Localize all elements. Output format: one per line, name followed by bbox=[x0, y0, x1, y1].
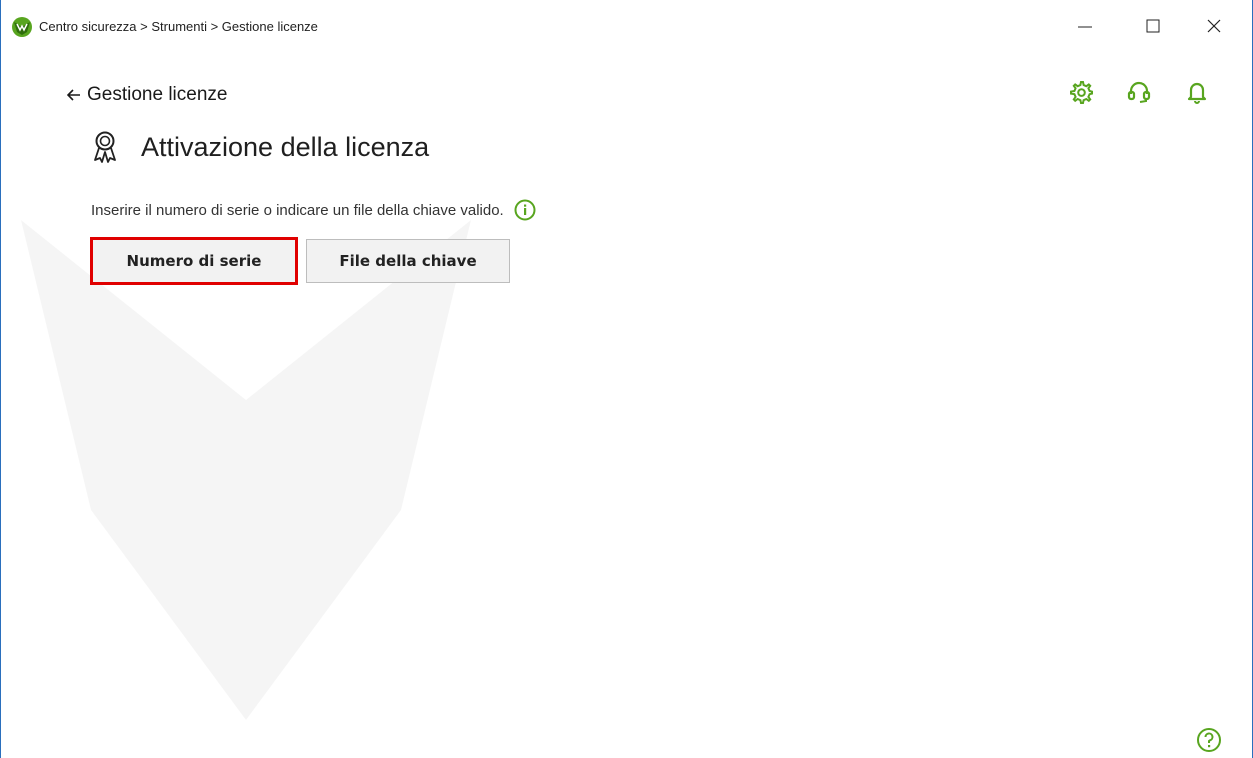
notifications-button[interactable] bbox=[1183, 78, 1211, 106]
maximize-button[interactable] bbox=[1130, 6, 1176, 46]
description-row: Inserire il numero di serie o indicare u… bbox=[91, 199, 536, 221]
maximize-icon bbox=[1146, 19, 1160, 33]
app-logo-icon bbox=[12, 17, 32, 37]
header-toolbar bbox=[1067, 78, 1211, 106]
minimize-icon bbox=[1078, 26, 1092, 28]
key-file-button[interactable]: File della chiave bbox=[306, 239, 510, 283]
close-icon bbox=[1207, 19, 1221, 33]
help-icon[interactable] bbox=[1196, 727, 1222, 753]
bell-icon bbox=[1187, 82, 1207, 104]
headset-icon bbox=[1127, 81, 1151, 103]
back-link[interactable]: Gestione licenze bbox=[67, 84, 227, 106]
window-title: Centro sicurezza > Strumenti > Gestione … bbox=[39, 19, 318, 34]
description-text: Inserire il numero di serie o indicare u… bbox=[91, 201, 504, 219]
serial-number-button[interactable]: Numero di serie bbox=[90, 237, 298, 285]
info-icon[interactable] bbox=[514, 199, 536, 221]
arrow-left-icon bbox=[67, 89, 80, 101]
activation-method-buttons: Numero di serie File della chiave bbox=[90, 237, 510, 285]
gear-icon bbox=[1070, 81, 1093, 104]
back-link-label: Gestione licenze bbox=[87, 84, 228, 105]
app-window: Centro sicurezza > Strumenti > Gestione … bbox=[0, 0, 1253, 758]
support-button[interactable] bbox=[1125, 78, 1153, 106]
page-title: Attivazione della licenza bbox=[141, 131, 430, 162]
title-bar: Centro sicurezza > Strumenti > Gestione … bbox=[1, 0, 1252, 58]
minimize-button[interactable] bbox=[1062, 6, 1108, 46]
close-button[interactable] bbox=[1191, 6, 1237, 46]
license-award-icon bbox=[94, 131, 116, 163]
page-heading: Attivazione della licenza bbox=[91, 130, 429, 164]
settings-button[interactable] bbox=[1067, 78, 1095, 106]
